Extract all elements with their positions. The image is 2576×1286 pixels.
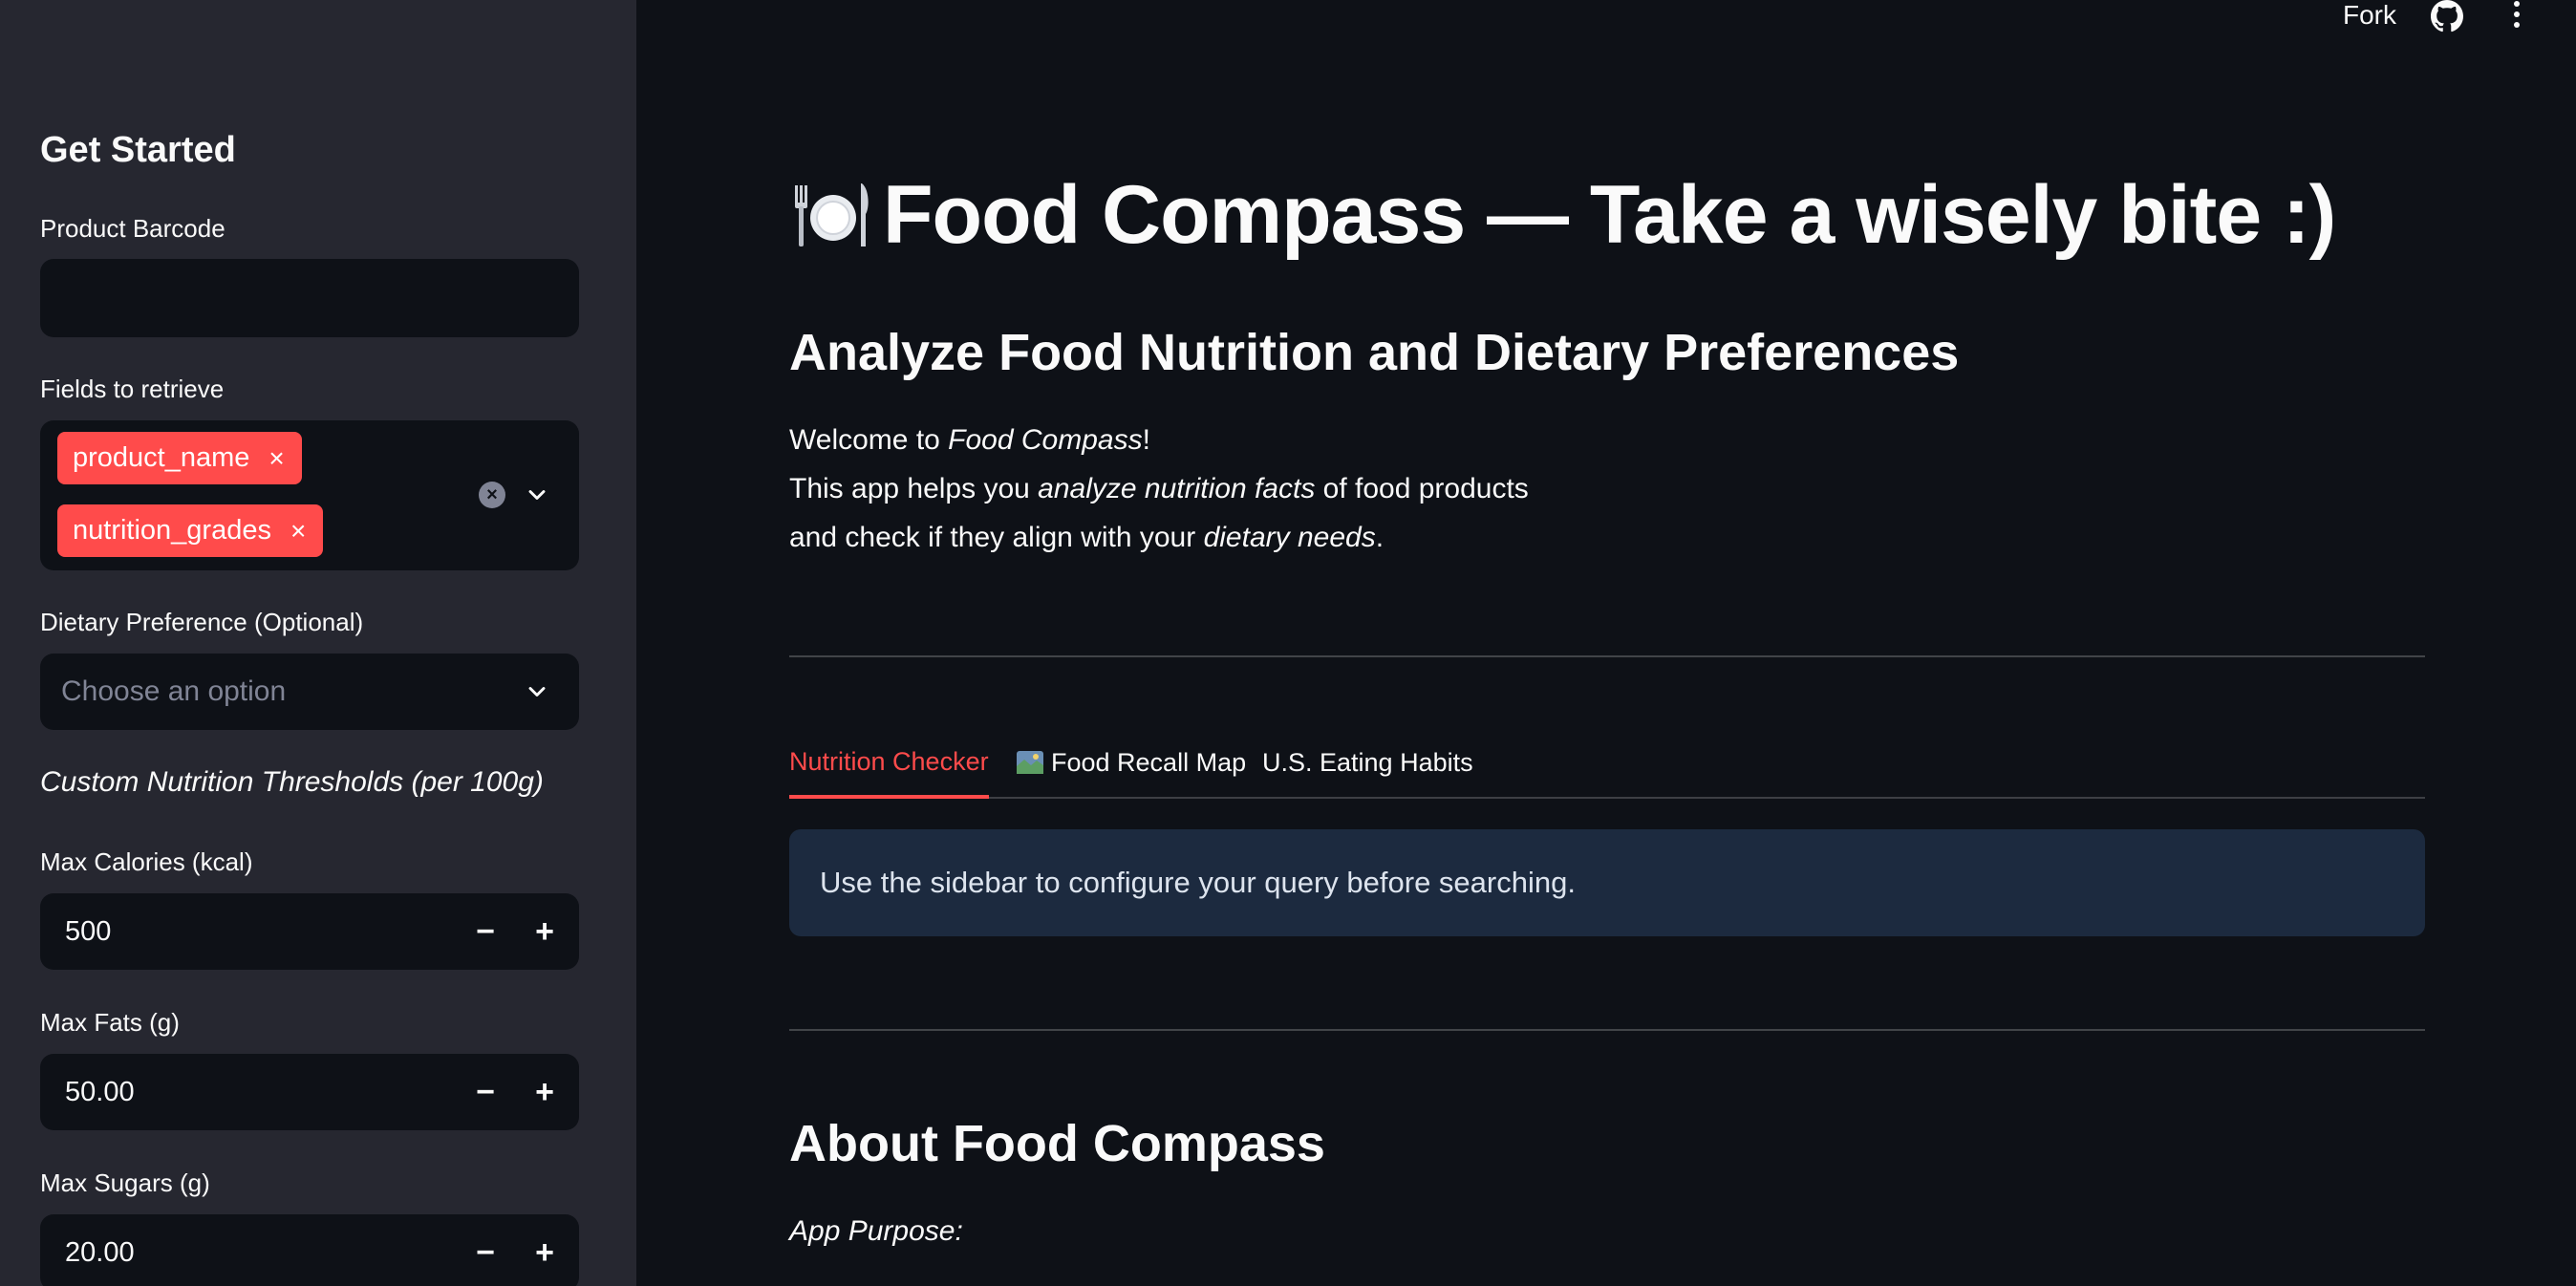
intro-emphasis: Food Compass [948,424,1143,456]
intro-text: ! [1142,424,1150,456]
clear-all-icon[interactable]: × [479,482,505,508]
max-calories-value[interactable]: 500 [65,893,111,970]
divider [789,1029,2425,1031]
remove-tag-icon[interactable]: × [268,443,284,474]
intro-line-2: This app helps you analyze nutrition fac… [789,473,1529,505]
remove-tag-icon[interactable]: × [290,516,306,547]
chevron-down-icon[interactable] [524,678,550,705]
tab-label: Food Recall Map [1051,747,1247,777]
page-title-text: Food Compass — Take a wisely bite :) [883,169,2336,261]
fork-button[interactable]: Fork [2343,0,2396,31]
intro-text: and check if they align with your [789,522,1204,553]
decrement-button[interactable]: − [459,1214,512,1286]
max-calories-label: Max Calories (kcal) [40,847,253,876]
tab-us-eating-habits[interactable]: U.S. Eating Habits [1262,728,1473,797]
divider [789,655,2425,657]
about-heading: About Food Compass [789,1115,1325,1172]
tag-label: nutrition_grades [73,515,271,546]
increment-button[interactable]: + [518,1214,571,1286]
selected-tag-nutrition-grades: nutrition_grades × [57,504,324,557]
intro-text: of food products [1315,473,1529,504]
github-icon[interactable] [2431,0,2463,32]
fields-multiselect[interactable]: product_name × nutrition_grades × × [40,420,579,570]
map-icon [1017,751,1043,774]
intro-line-1: Welcome to Food Compass! [789,424,1150,457]
max-sugars-value[interactable]: 20.00 [65,1214,135,1286]
barcode-input[interactable] [40,259,579,337]
max-sugars-label: Max Sugars (g) [40,1168,210,1197]
increment-button[interactable]: + [518,1054,571,1130]
tab-food-recall-map[interactable]: Food Recall Map [1017,728,1246,797]
sidebar-heading: Get Started [40,130,236,170]
selected-tag-product-name: product_name × [57,432,302,484]
max-sugars-input[interactable]: 20.00 − + [40,1214,579,1286]
intro-text: Welcome to [789,424,949,456]
tab-bar: Nutrition Checker Food Recall Map U.S. E… [789,728,2425,799]
decrement-button[interactable]: − [459,893,512,970]
tag-label: product_name [73,442,250,473]
barcode-label: Product Barcode [40,214,225,243]
tab-nutrition-checker[interactable]: Nutrition Checker [789,728,989,799]
intro-text: This app helps you [789,473,1039,504]
intro-text: . [1375,522,1385,553]
chevron-down-icon[interactable] [524,482,550,508]
info-alert: Use the sidebar to configure your query … [789,829,2425,936]
page-title: Food Compass — Take a wisely bite :) [789,168,2336,263]
dietary-select[interactable]: Choose an option [40,654,579,730]
thresholds-heading: Custom Nutrition Thresholds (per 100g) [40,766,544,798]
plate-with-cutlery-icon [795,182,869,246]
decrement-button[interactable]: − [459,1054,512,1130]
intro-emphasis: analyze nutrition facts [1038,473,1316,504]
dietary-label: Dietary Preference (Optional) [40,608,364,636]
dietary-placeholder: Choose an option [61,675,287,707]
max-fats-label: Max Fats (g) [40,1008,180,1037]
max-fats-value[interactable]: 50.00 [65,1054,135,1130]
app-purpose-label: App Purpose: [789,1215,963,1247]
increment-button[interactable]: + [518,893,571,970]
sidebar: Get Started Product Barcode Fields to re… [0,0,636,1286]
fields-label: Fields to retrieve [40,375,225,403]
intro-emphasis: dietary needs [1203,522,1376,553]
max-fats-input[interactable]: 50.00 − + [40,1054,579,1130]
intro-line-3: and check if they align with your dietar… [789,522,1384,554]
kebab-menu-icon[interactable] [2503,0,2530,31]
max-calories-input[interactable]: 500 − + [40,893,579,970]
page-subtitle: Analyze Food Nutrition and Dietary Prefe… [789,324,1960,381]
